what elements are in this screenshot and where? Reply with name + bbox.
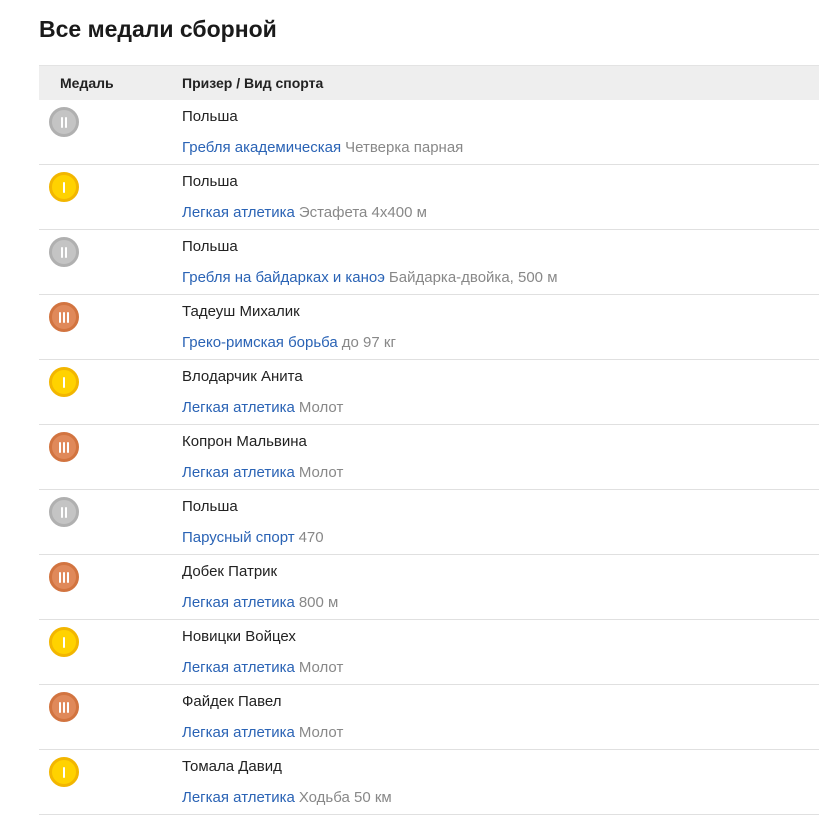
medal-icon [49, 497, 79, 527]
sport-line: Легкая атлетика Молот [182, 464, 343, 482]
sport-link[interactable]: Легкая атлетика [182, 659, 295, 676]
table-row: Файдек Павел Легкая атлетика Молот [39, 685, 819, 750]
event-name: Молот [298, 399, 344, 416]
table-row: Польша Легкая атлетика Эстафета 4х400 м [39, 165, 819, 230]
event-name: 800 м [298, 594, 339, 611]
medal-icon [49, 367, 79, 397]
table-row: Польша Парусный спорт 470 [39, 490, 819, 555]
sport-link[interactable]: Греко-римская борьба [182, 334, 338, 351]
winner-name: Добек Патрик [182, 563, 278, 580]
sport-link[interactable]: Легкая атлетика [182, 399, 295, 416]
table-row: Добек Патрик Легкая атлетика 800 м [39, 555, 819, 620]
winner-name: Новицки Войцех [182, 628, 296, 645]
medal-icon [49, 692, 79, 722]
sport-link[interactable]: Гребля на байдарках и каноэ [182, 269, 385, 286]
event-name: Молот [298, 659, 344, 676]
medal-icon [49, 107, 79, 137]
winner-name: Польша [182, 498, 238, 515]
column-header-winner: Призер / Вид спорта [182, 75, 324, 91]
table-row: Новицки Войцех Легкая атлетика Молот [39, 620, 819, 685]
sport-link[interactable]: Легкая атлетика [182, 204, 295, 221]
event-name: Байдарка-двойка, 500 м [388, 269, 558, 286]
winner-name: Тадеуш Михалик [182, 303, 300, 320]
sport-line: Гребля академическая Четверка парная [182, 139, 463, 157]
event-name: 470 [298, 529, 324, 546]
event-name: Молот [298, 724, 344, 741]
table-row: Томала Давид Легкая атлетика Ходьба 50 км [39, 750, 819, 815]
table-row: Польша Гребля на байдарках и каноэ Байдарк… [39, 230, 819, 295]
table-header: Медаль Призер / Вид спорта [39, 65, 819, 100]
sport-link[interactable]: Парусный спорт [182, 529, 295, 546]
sport-link[interactable]: Легкая атлетика [182, 594, 295, 611]
event-name: до 97 кг [341, 334, 396, 351]
medal-icon [49, 432, 79, 462]
sport-line: Легкая атлетика Эстафета 4х400 м [182, 204, 427, 222]
event-name: Молот [298, 464, 344, 481]
table-row: Копрон Мальвина Легкая атлетика Молот [39, 425, 819, 490]
sport-line: Легкая атлетика 800 м [182, 594, 338, 612]
medal-icon [49, 627, 79, 657]
medal-icon [49, 757, 79, 787]
winner-name: Польша [182, 238, 238, 255]
sport-link[interactable]: Легкая атлетика [182, 464, 295, 481]
sport-link[interactable]: Легкая атлетика [182, 789, 295, 806]
medal-icon [49, 172, 79, 202]
sport-line: Греко-римская борьба до 97 кг [182, 334, 396, 352]
winner-name: Польша [182, 173, 238, 190]
sport-line: Гребля на байдарках и каноэ Байдарка-двой… [182, 269, 558, 287]
page-title: Все медали сборной [39, 16, 277, 42]
event-name: Эстафета 4х400 м [298, 204, 427, 221]
table-row: Влодарчик Анита Легкая атлетика Молот [39, 360, 819, 425]
medal-icon [49, 237, 79, 267]
table-body: Польша Гребля академическая Четверка парна… [39, 100, 819, 815]
sport-link[interactable]: Легкая атлетика [182, 724, 295, 741]
medals-page: Все медали сборной Медаль Призер / Вид с… [0, 0, 822, 820]
medal-icon [49, 562, 79, 592]
medals-table: Медаль Призер / Вид спорта Польша Гребля … [39, 65, 819, 815]
sport-line: Легкая атлетика Ходьба 50 км [182, 789, 392, 807]
medal-icon [49, 302, 79, 332]
column-header-medal: Медаль [60, 75, 114, 91]
winner-name: Файдек Павел [182, 693, 282, 710]
sport-line: Легкая атлетика Молот [182, 399, 343, 417]
event-name: Четверка парная [345, 139, 464, 156]
winner-name: Влодарчик Анита [182, 368, 303, 385]
sport-line: Легкая атлетика Молот [182, 659, 343, 677]
winner-name: Томала Давид [182, 758, 282, 775]
winner-name: Копрон Мальвина [182, 433, 307, 450]
sport-link[interactable]: Гребля академическая [182, 139, 341, 156]
event-name: Ходьба 50 км [298, 789, 392, 806]
table-row: Тадеуш Михалик Греко-римская борьба до 97 … [39, 295, 819, 360]
table-row: Польша Гребля академическая Четверка парна… [39, 100, 819, 165]
sport-line: Парусный спорт 470 [182, 529, 324, 547]
winner-name: Польша [182, 108, 238, 125]
sport-line: Легкая атлетика Молот [182, 724, 343, 742]
